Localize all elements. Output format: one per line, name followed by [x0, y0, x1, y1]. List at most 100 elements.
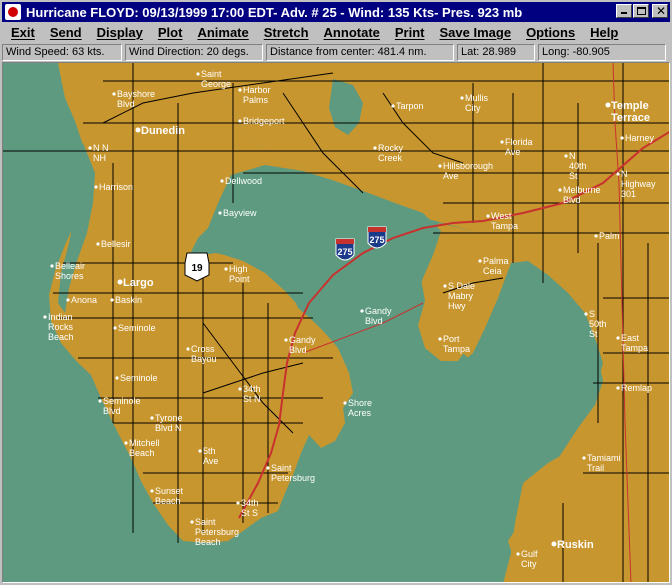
s-st-50th-marker	[584, 312, 588, 316]
tarpon-marker	[391, 104, 395, 108]
menu-stretch[interactable]: Stretch	[264, 25, 309, 40]
gulf-city-marker	[516, 552, 520, 556]
fifth-ave-marker	[198, 449, 202, 453]
window-title: Hurricane FLOYD: 09/13/1999 17:00 EDT- A…	[26, 4, 523, 20]
us-route-shield: 19	[184, 252, 210, 282]
wind-direction-readout: Wind Direction: 20 degs.	[125, 43, 263, 61]
high-point-marker	[224, 267, 228, 271]
largo-marker	[117, 279, 123, 285]
place-label-harrison: Harrison	[99, 182, 133, 192]
harbor-palms-marker	[238, 88, 242, 92]
place-label-harney: Harney	[625, 133, 655, 143]
wind-speed-readout: Wind Speed: 63 kts.	[2, 43, 122, 61]
place-label-gulf-city: Gulf City	[521, 549, 538, 569]
longitude-readout: Long: -80.905	[538, 43, 666, 61]
menu-bar: Exit Send Display Plot Animate Stretch A…	[2, 22, 670, 42]
st-34th-s-marker	[236, 501, 240, 505]
hillsborough-ave-marker	[438, 164, 442, 168]
place-label-largo: Largo	[123, 277, 154, 289]
maximize-icon	[637, 7, 646, 15]
port-tampa-marker	[438, 337, 442, 341]
menu-display[interactable]: Display	[97, 25, 143, 40]
place-label-bayview: Bayview	[223, 208, 257, 218]
place-label-rocky-creek: Rocky Creek	[378, 143, 404, 163]
menu-annotate[interactable]: Annotate	[324, 25, 380, 40]
minimize-icon	[621, 12, 627, 14]
place-label-tarpon: Tarpon	[396, 101, 424, 111]
mitchell-beach-marker	[124, 441, 128, 445]
tamiami-trail-marker	[582, 456, 586, 460]
saint-george-marker	[196, 72, 200, 76]
menu-send[interactable]: Send	[50, 25, 82, 40]
mullis-city-marker	[460, 96, 464, 100]
seminole-s-marker	[115, 376, 119, 380]
rocky-creek-marker	[373, 146, 377, 150]
menu-save-image[interactable]: Save Image	[440, 25, 512, 40]
saint-petersburg-beach-marker	[190, 520, 194, 524]
place-label-st-34th-s: 34th St S	[241, 498, 259, 518]
close-button[interactable]: ✕	[652, 4, 668, 18]
florida-ave-marker	[500, 140, 504, 144]
sunset-beach-marker	[150, 489, 154, 493]
seminole-blvd-marker	[98, 399, 102, 403]
place-label-temple-terrace: Temple Terrace	[611, 100, 650, 124]
place-label-remlap: Remlap	[621, 383, 652, 393]
place-label-seminole-s: Seminole	[120, 373, 158, 383]
place-label-dunedin: Dunedin	[141, 125, 185, 137]
place-label-bridgeport: Bridgeport	[243, 116, 285, 126]
menu-options[interactable]: Options	[526, 25, 575, 40]
place-label-seminole: Seminole	[118, 323, 156, 333]
harney-marker	[620, 136, 624, 140]
dellwood-marker	[220, 179, 224, 183]
us-route-shield-label: 19	[191, 263, 203, 274]
close-icon: ✕	[656, 4, 667, 18]
seminole-marker	[113, 326, 117, 330]
place-label-palm: Palm	[599, 231, 620, 241]
harrison-marker	[94, 185, 98, 189]
palm-marker	[594, 234, 598, 238]
menu-plot[interactable]: Plot	[158, 25, 183, 40]
place-label-cross-bayou: Cross Bayou	[191, 344, 217, 364]
place-label-st-34th-n: 34th St N	[243, 384, 261, 404]
place-label-high-point: High Point	[229, 264, 250, 284]
tampa-bay-map: 275 275 19 Saint GeorgeHarbor PalmsBayshor…	[3, 63, 669, 582]
belleair-shores-marker	[50, 264, 54, 268]
bridgeport-marker	[238, 119, 242, 123]
latitude-readout: Lat: 28.989	[457, 43, 535, 61]
minimize-button[interactable]	[616, 4, 632, 18]
s-dale-mabry-marker	[443, 284, 447, 288]
indian-rocks-beach-marker	[43, 315, 47, 319]
map-canvas[interactable]: 275 275 19 Saint George Harbor Palms Bayshor…	[2, 62, 670, 583]
place-label-tyrone-blvd: Tyrone Blvd N	[155, 413, 183, 433]
tyrone-blvd-marker	[150, 416, 154, 420]
menu-exit[interactable]: Exit	[11, 25, 35, 40]
n-nh-marker	[88, 146, 92, 150]
baskin-marker	[110, 298, 114, 302]
cross-bayou-marker	[186, 347, 190, 351]
n-st-40th-marker	[564, 154, 568, 158]
interstate-shield-1-label: 275	[337, 247, 352, 257]
menu-help[interactable]: Help	[590, 25, 618, 40]
place-label-bellesir: Bellesir	[101, 239, 131, 249]
palma-ceia-marker	[478, 259, 482, 263]
bellesir-marker	[96, 242, 100, 246]
distance-readout: Distance from center: 481.4 nm.	[266, 43, 454, 61]
west-tampa-marker	[486, 214, 490, 218]
status-bar: Wind Speed: 63 kts. Wind Direction: 20 d…	[2, 42, 670, 62]
gandy-blvd-w-marker	[284, 338, 288, 342]
shore-acres-marker	[343, 401, 347, 405]
place-label-harbor-palms: Harbor Palms	[243, 85, 271, 105]
hurricane-app-icon[interactable]	[5, 4, 21, 20]
place-label-sunset-beach: Sunset Beach	[155, 486, 184, 506]
interstate-shield-1: 275	[335, 238, 355, 261]
menu-print[interactable]: Print	[395, 25, 425, 40]
place-label-shore-acres: Shore Acres	[348, 398, 372, 418]
ruskin-marker	[551, 541, 557, 547]
place-label-baskin: Baskin	[115, 295, 142, 305]
menu-animate[interactable]: Animate	[197, 25, 248, 40]
maximize-button[interactable]	[633, 4, 649, 18]
app-window: Hurricane FLOYD: 09/13/1999 17:00 EDT- A…	[0, 0, 672, 585]
dunedin-marker	[135, 127, 141, 133]
interstate-shield-2: 275	[367, 226, 387, 249]
title-bar[interactable]: Hurricane FLOYD: 09/13/1999 17:00 EDT- A…	[2, 2, 670, 22]
